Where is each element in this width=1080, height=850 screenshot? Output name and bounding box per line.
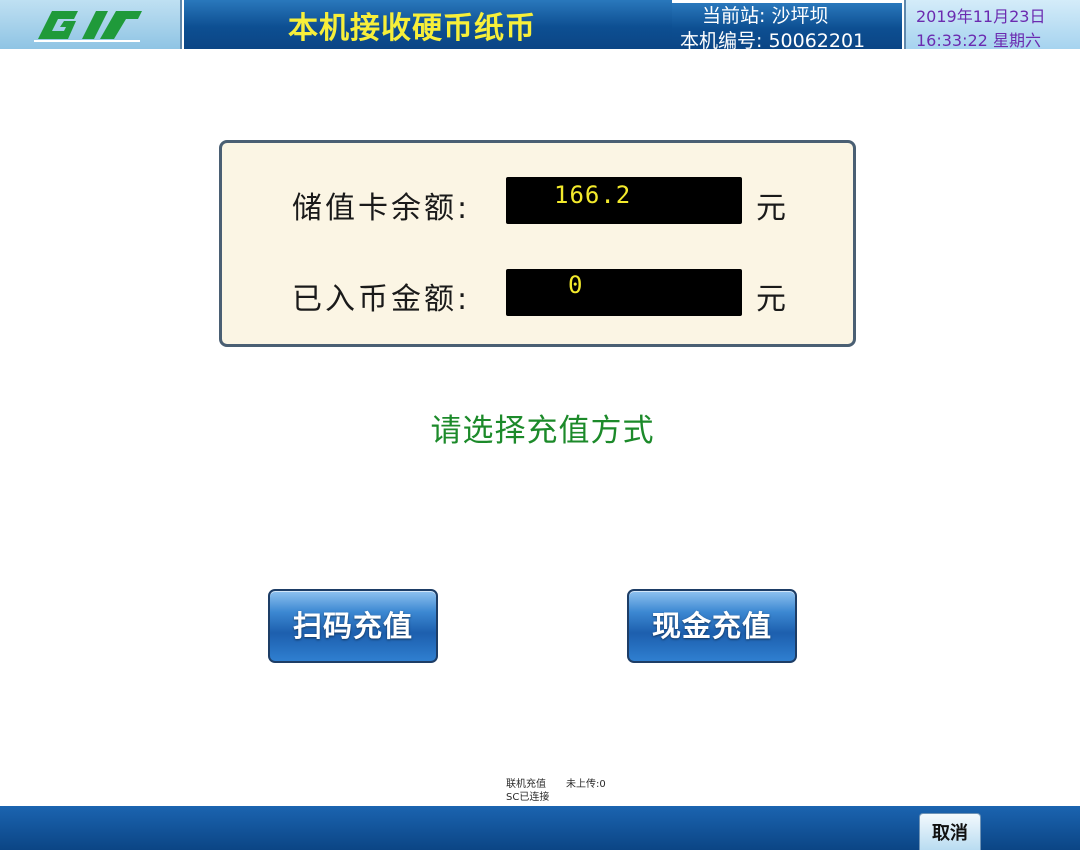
machine-number: 本机编号: 50062201 xyxy=(680,30,866,52)
time-weekday-text: 16:33:22 星期六 xyxy=(916,31,1041,50)
footer-bar xyxy=(0,806,1080,850)
station-info: 当前站: 沙坪坝 本机编号: 50062201 xyxy=(672,3,902,52)
inserted-label: 已入币金额: xyxy=(292,282,471,317)
logo-area xyxy=(0,0,182,49)
datetime-display: 2019年11月23日 16:33:22 星期六 xyxy=(904,0,1080,50)
title-bar: 本机接收硬币纸币 xyxy=(184,0,672,49)
amount-panel: 储值卡余额: 166.2 元 已入币金额: 0 元 xyxy=(219,140,856,347)
current-station: 当前站: 沙坪坝 xyxy=(702,5,829,27)
select-method-prompt: 请选择充值方式 xyxy=(430,413,655,449)
balance-value: 166.2 xyxy=(554,181,632,209)
scan-recharge-button[interactable]: 扫码充值 xyxy=(268,589,438,663)
balance-display: 166.2 xyxy=(506,177,742,224)
inserted-unit: 元 xyxy=(756,282,786,317)
recharge-screen: 本机接收硬币纸币 当前站: 沙坪坝 本机编号: 50062201 2019年11… xyxy=(0,0,1080,850)
page-title: 本机接收硬币纸币 xyxy=(288,11,536,46)
header: 本机接收硬币纸币 当前站: 沙坪坝 本机编号: 50062201 2019年11… xyxy=(0,0,1080,52)
transit-logo-icon xyxy=(34,11,142,42)
date-text: 2019年11月23日 xyxy=(916,7,1046,26)
upload-status: 未上传:0 xyxy=(566,779,606,790)
balance-label: 储值卡余额: xyxy=(292,191,471,226)
inserted-display: 0 xyxy=(506,269,742,316)
inserted-value: 0 xyxy=(568,271,584,299)
sc-connection-status: SC已连接 xyxy=(506,792,550,803)
online-recharge-status: 联机充值 xyxy=(506,779,546,790)
cash-recharge-button[interactable]: 现金充值 xyxy=(627,589,797,663)
cancel-button[interactable]: 取消 xyxy=(919,813,981,850)
balance-unit: 元 xyxy=(756,191,786,226)
